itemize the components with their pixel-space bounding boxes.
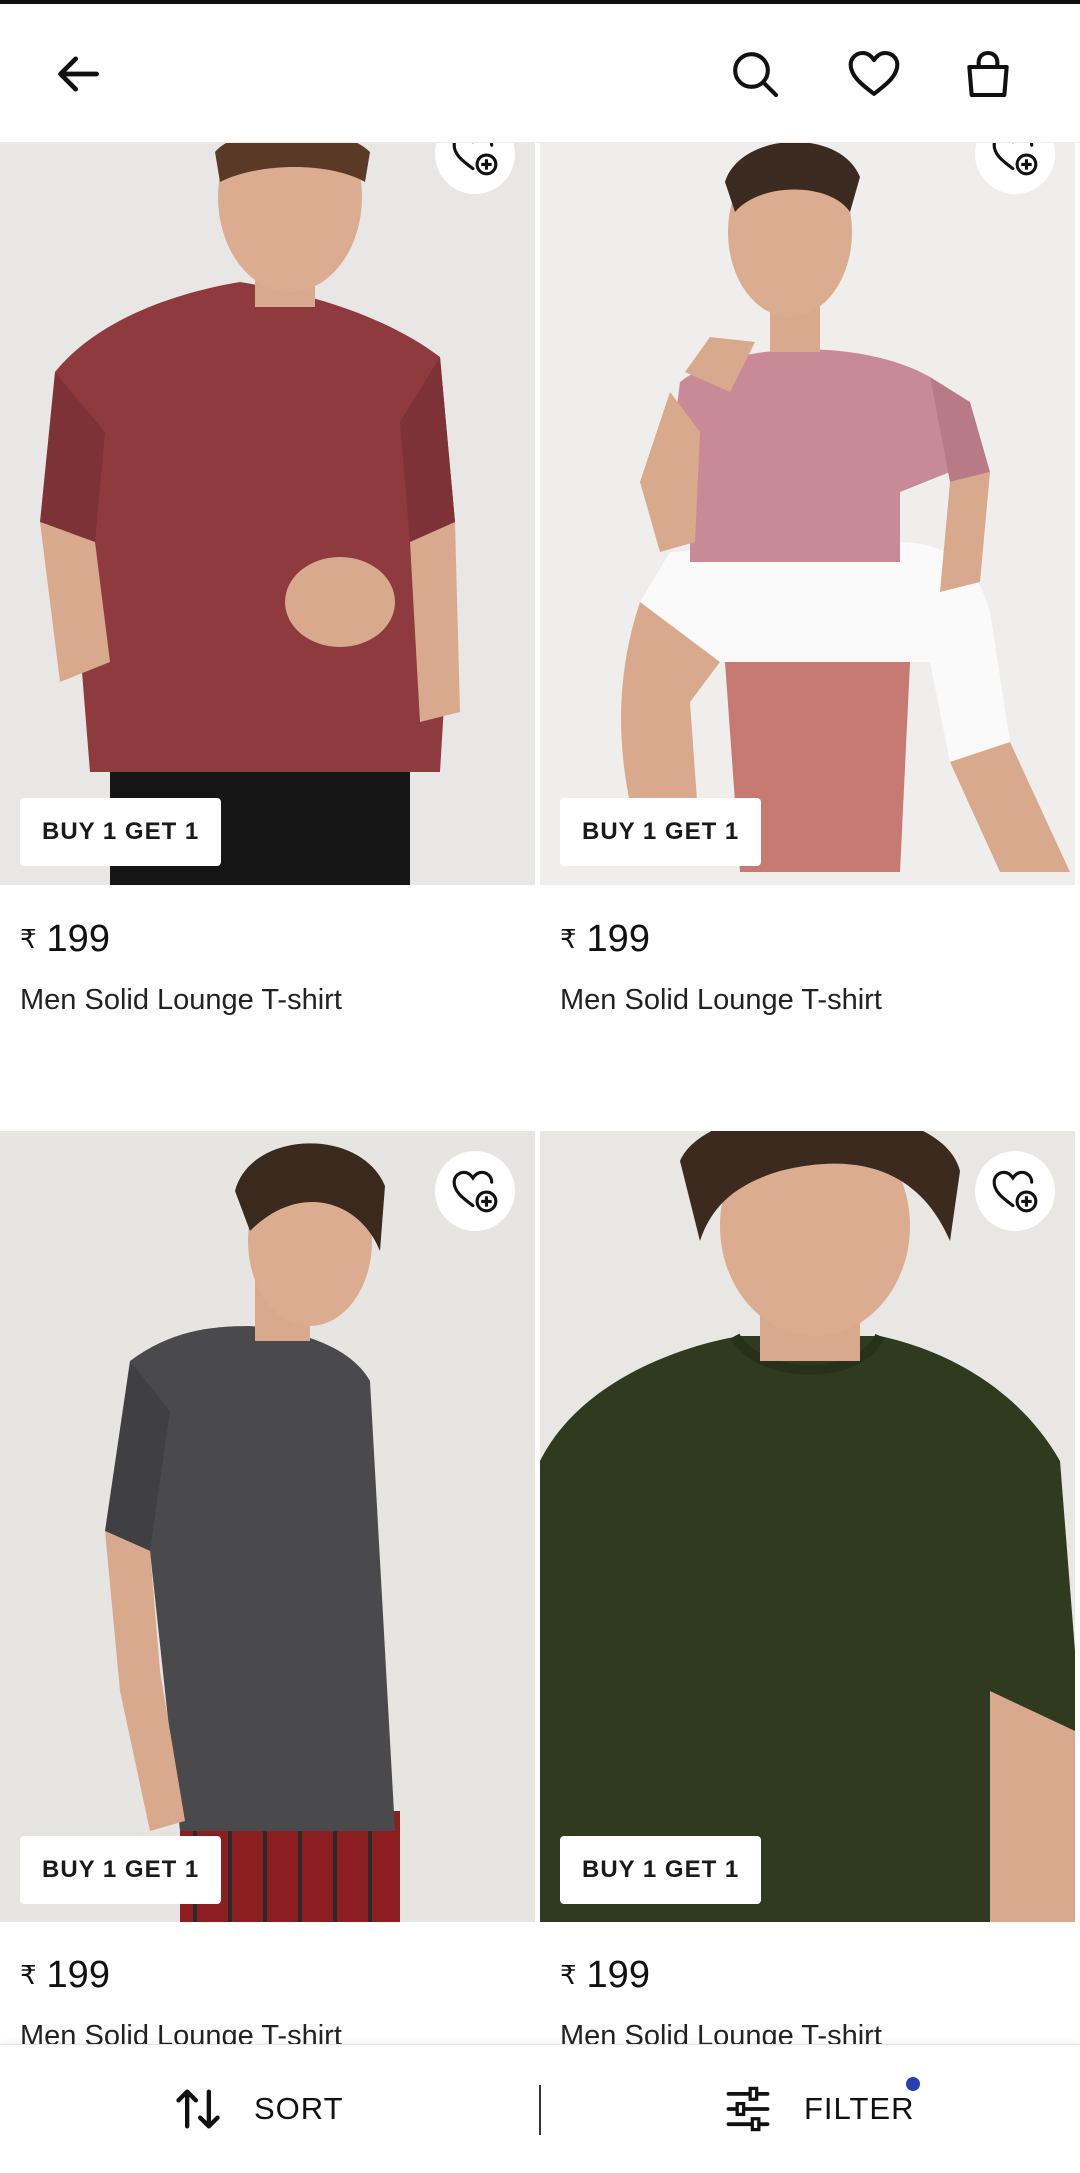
add-to-wishlist-button[interactable] — [975, 1151, 1055, 1231]
back-button[interactable] — [38, 34, 118, 114]
heart-plus-icon — [452, 1170, 498, 1213]
product-image[interactable] — [0, 142, 535, 885]
filter-active-indicator — [906, 2077, 920, 2091]
filter-button[interactable]: FILTER — [722, 2045, 915, 2173]
add-to-wishlist-button[interactable] — [435, 1151, 515, 1231]
offer-badge: BUY 1 GET 1 — [560, 798, 762, 866]
offer-badge: BUY 1 GET 1 — [560, 1836, 762, 1904]
sliders-icon — [726, 2086, 770, 2132]
product-name[interactable]: Men Solid Lounge T-shirt — [560, 984, 882, 1017]
product-image[interactable] — [0, 1131, 535, 1922]
filter-label: FILTER — [804, 2091, 915, 2126]
sort-label: SORT — [254, 2091, 344, 2126]
wishlist-button[interactable] — [834, 34, 914, 114]
product-name[interactable]: Men Solid Lounge T-shirt — [20, 984, 342, 1017]
bottom-action-bar: SORT FILTER — [0, 2044, 1080, 2173]
heart-plus-icon — [992, 1170, 1038, 1213]
offer-badge: BUY 1 GET 1 — [20, 1836, 222, 1904]
product-image[interactable] — [540, 1131, 1075, 1922]
product-price: ₹199 — [20, 918, 110, 960]
product-price: ₹199 — [560, 918, 650, 960]
bag-button[interactable] — [948, 34, 1028, 114]
product-price: ₹199 — [560, 1954, 650, 1996]
product-image[interactable] — [540, 142, 1075, 885]
heart-icon — [848, 50, 900, 96]
search-button[interactable] — [715, 34, 795, 114]
top-app-bar — [0, 4, 1080, 143]
arrow-left-icon — [58, 56, 99, 92]
sort-button[interactable]: SORT — [172, 2045, 344, 2173]
search-icon — [733, 52, 779, 98]
divider — [539, 2085, 541, 2135]
sort-arrows-icon — [176, 2089, 220, 2129]
shopping-bag-icon — [967, 50, 1009, 98]
product-price: ₹199 — [20, 1954, 110, 1996]
offer-badge: BUY 1 GET 1 — [20, 798, 222, 866]
